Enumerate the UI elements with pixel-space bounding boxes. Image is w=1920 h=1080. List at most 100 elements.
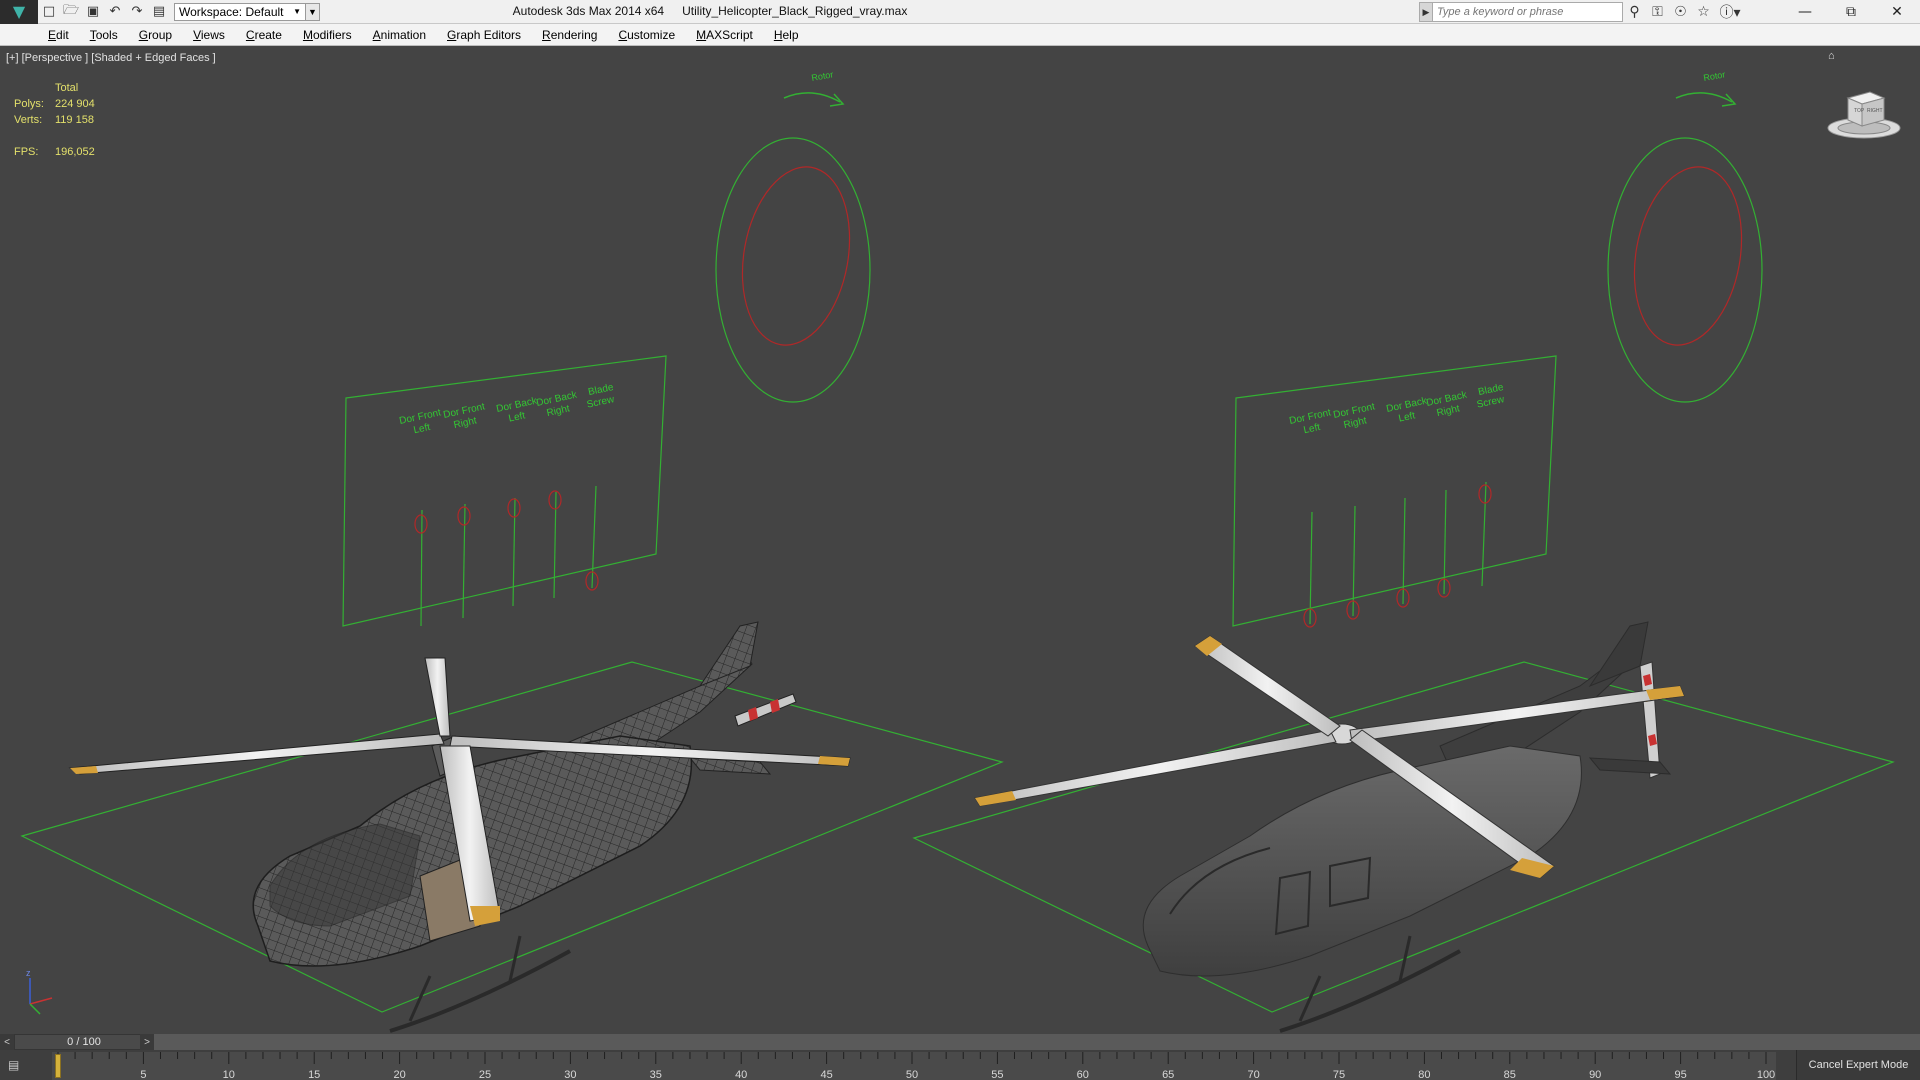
timeline-tick-label: 15 <box>308 1069 321 1080</box>
menu-tools[interactable]: Tools <box>90 28 118 42</box>
stats-verts-value: 119 158 <box>55 114 94 126</box>
viewport-label[interactable]: [+] [Perspective ] [Shaded + Edged Faces… <box>6 52 216 64</box>
help-icon[interactable]: ⓘ▾ <box>1715 2 1745 22</box>
menu-help[interactable]: Help <box>774 28 799 42</box>
door-front-left-label-2: Left <box>1303 422 1322 436</box>
svg-text:Dor FrontRight: Dor FrontRight <box>1332 401 1378 432</box>
menu-rendering[interactable]: Rendering <box>542 28 597 42</box>
window-title-app: Autodesk 3ds Max 2014 x64 <box>512 4 665 18</box>
svg-text:Dor BackRight: Dor BackRight <box>1425 389 1471 420</box>
helicopter-wireframe[interactable] <box>68 621 851 1033</box>
viewcube-home-icon[interactable]: ⌂ <box>1828 50 1835 62</box>
menu-maxscript[interactable]: MAXScript <box>696 28 753 42</box>
infocenter: ▶ ⚲ ⚿ ☉ ☆ ⓘ▾ <box>1419 2 1745 22</box>
timeline-tick-label: 70 <box>1247 1069 1260 1080</box>
window-title: Autodesk 3ds Max 2014 x64 Utility_Helicop… <box>0 4 1420 18</box>
menu-animation[interactable]: Animation <box>373 28 426 42</box>
rotor-label-right: Rotor <box>1703 69 1726 83</box>
viewcube-right-label: RIGHT <box>1867 108 1883 114</box>
timeline-tick-label: 30 <box>564 1069 577 1080</box>
viewport-statistics: Total Polys: 224 904 Verts: 119 158 FPS: 19… <box>14 80 95 160</box>
svg-text:Dor BackLeft: Dor BackLeft <box>495 395 541 426</box>
timeline-tick-label: 50 <box>905 1069 919 1080</box>
search-expand-button[interactable]: ▶ <box>1419 2 1433 22</box>
favorites-star-icon[interactable]: ☆ <box>1692 2 1715 22</box>
subscription-key-icon[interactable]: ⚿ <box>1646 2 1669 22</box>
stats-verts-label: Verts: <box>14 114 43 126</box>
door-control-panel-right[interactable]: Dor FrontLeft Dor FrontRight Dor BackLef… <box>1232 355 1557 628</box>
menu-create[interactable]: Create <box>246 28 282 42</box>
axis-tripod: z <box>26 968 53 1015</box>
timeline-tick-label: 95 <box>1674 1069 1687 1080</box>
timeline-tick-label: 85 <box>1503 1069 1516 1080</box>
rotor-label-left: Rotor <box>811 69 834 83</box>
timeline-tick-label: 55 <box>991 1069 1004 1080</box>
time-slider[interactable]: < 0 / 100 > <box>0 1034 1920 1050</box>
timeline-tick-label: 75 <box>1332 1069 1346 1080</box>
timeline-tick-label: 10 <box>222 1069 235 1080</box>
menu-customize[interactable]: Customize <box>618 28 675 42</box>
title-bar: ▼ □ 🗁 ▣ ↶ ↷ ▤ Workspace: Default ▼ ▼ Aut… <box>0 0 1920 24</box>
menu-bar: Edit Tools Group Views Create Modifiers … <box>0 24 1920 46</box>
timeline-tick-label: 90 <box>1589 1069 1602 1080</box>
timeline-tick-label: 5 <box>140 1069 147 1080</box>
menu-views[interactable]: Views <box>193 28 225 42</box>
communication-center-icon[interactable]: ☉ <box>1669 2 1692 22</box>
menu-edit[interactable]: Edit <box>48 28 69 42</box>
svg-text:Dor FrontLeft: Dor FrontLeft <box>1288 407 1334 438</box>
stats-polys-label: Polys: <box>14 98 44 110</box>
svg-text:BladeScrew: BladeScrew <box>583 382 617 411</box>
time-slider-next-button[interactable]: > <box>140 1034 154 1050</box>
restore-icon[interactable]: ⧉ <box>1828 0 1874 24</box>
window-title-file: Utility_Helicopter_Black_Rigged_vray.max <box>682 4 908 18</box>
timeline-tick-label: 40 <box>735 1069 748 1080</box>
svg-text:z: z <box>26 968 31 978</box>
stats-fps-label: FPS: <box>14 146 39 158</box>
rotor-control-left[interactable]: Rotor <box>715 69 871 403</box>
right-scene: Rotor Dor FrontLeft Dor FrontRight Dor B… <box>912 69 1895 1033</box>
door-back-left-label-2: Left <box>508 410 527 424</box>
door-front-left-label-2: Left <box>413 422 432 436</box>
stats-total-label: Total <box>55 82 79 94</box>
door-back-left-label-2: Left <box>1398 410 1417 424</box>
mini-curve-editor-icon[interactable]: ▤ <box>8 1058 30 1074</box>
track-bar: ▤ 05101520253035404550556065707580859095… <box>0 1050 1920 1080</box>
time-slider-thumb[interactable]: 0 / 100 <box>14 1034 154 1050</box>
timeline-tick-label: 80 <box>1418 1069 1431 1080</box>
time-slider-prev-button[interactable]: < <box>0 1034 14 1050</box>
app-window: ▼ □ 🗁 ▣ ↶ ↷ ▤ Workspace: Default ▼ ▼ Aut… <box>0 0 1920 1080</box>
timeline-tick-label: 65 <box>1162 1069 1175 1080</box>
rotor-control-right[interactable]: Rotor <box>1607 69 1763 403</box>
scene-canvas[interactable]: Rotor Dor FrontLeft Dor FrontRight Dor B… <box>0 46 1920 1034</box>
close-icon[interactable]: ✕ <box>1874 0 1920 24</box>
cancel-expert-mode-button[interactable]: Cancel Expert Mode <box>1796 1050 1920 1080</box>
timeline-playhead[interactable] <box>55 1054 61 1078</box>
search-input[interactable] <box>1433 2 1623 22</box>
timeline-tick-label: 100 <box>1756 1069 1776 1080</box>
timeline-tick-label: 25 <box>478 1069 492 1080</box>
helicopter-shaded[interactable] <box>974 621 1685 1033</box>
minimize-icon[interactable]: — <box>1782 0 1828 24</box>
svg-text:Dor FrontLeft: Dor FrontLeft <box>398 407 444 438</box>
menu-graph-editors[interactable]: Graph Editors <box>447 28 521 42</box>
svg-text:Dor FrontRight: Dor FrontRight <box>442 401 488 432</box>
viewcube[interactable]: TOP RIGHT <box>1826 82 1902 142</box>
svg-text:Dor BackLeft: Dor BackLeft <box>1385 395 1431 426</box>
stats-polys-value: 224 904 <box>55 98 95 110</box>
timeline-tick-label: 45 <box>820 1069 833 1080</box>
svg-text:BladeScrew: BladeScrew <box>1473 382 1507 411</box>
timeline-track[interactable]: 0510152025303540455055606570758085909510… <box>52 1052 1776 1080</box>
timeline-tick-label: 60 <box>1076 1069 1089 1080</box>
menu-group[interactable]: Group <box>139 28 172 42</box>
door-control-panel-left[interactable]: Dor FrontLeft Dor FrontRight Dor BackLef… <box>342 355 667 627</box>
menu-modifiers[interactable]: Modifiers <box>303 28 352 42</box>
left-scene: Rotor Dor FrontLeft Dor FrontRight Dor B… <box>20 69 1004 1033</box>
perspective-viewport[interactable]: Rotor Dor FrontLeft Dor FrontRight Dor B… <box>0 46 1920 1034</box>
viewcube-top-label: TOP <box>1854 108 1865 114</box>
window-controls: — ⧉ ✕ <box>1782 0 1920 24</box>
timeline-tick-label: 35 <box>649 1069 662 1080</box>
binoculars-icon[interactable]: ⚲ <box>1623 2 1646 22</box>
timeline-tick-label: 20 <box>393 1069 406 1080</box>
svg-text:Dor BackRight: Dor BackRight <box>535 389 581 420</box>
stats-fps-value: 196,052 <box>55 146 95 158</box>
